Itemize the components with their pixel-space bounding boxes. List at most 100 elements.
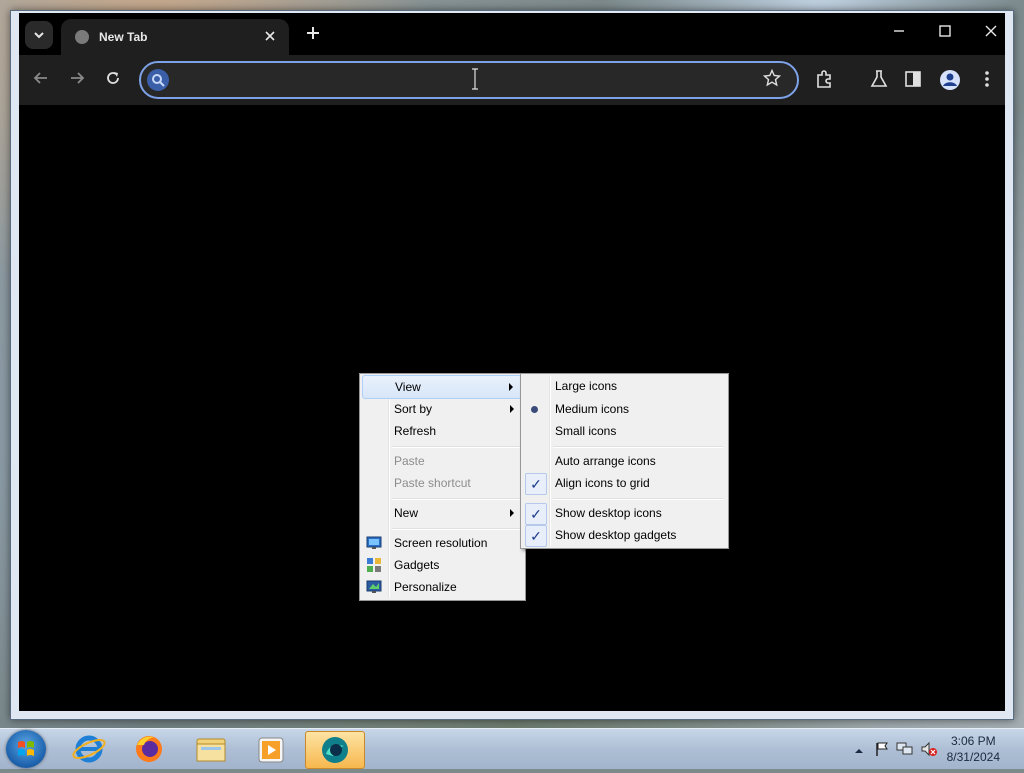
menu-item-label: New — [394, 506, 419, 520]
menu-item-label: Screen resolution — [394, 536, 488, 550]
start-button[interactable] — [6, 730, 46, 768]
close-window-button[interactable] — [977, 21, 1005, 45]
back-button[interactable] — [29, 68, 53, 92]
menu-item-label: View — [395, 380, 421, 394]
gadgets-icon — [366, 557, 382, 573]
maximize-button[interactable] — [931, 21, 959, 45]
menu-item-label: Paste — [394, 454, 425, 468]
radio-selected-icon — [531, 406, 538, 413]
menu-item-paste[interactable]: Paste — [362, 450, 522, 472]
menu-item-label: Personalize — [394, 580, 457, 594]
menu-button[interactable] — [977, 69, 999, 91]
show-hidden-icons-button[interactable] — [854, 743, 864, 761]
network-icon[interactable] — [896, 741, 914, 762]
plus-icon — [307, 27, 319, 39]
system-tray: 3:06 PM 8/31/2024 — [834, 729, 1024, 769]
menu-item-label: Auto arrange icons — [555, 454, 656, 468]
volume-muted-icon[interactable] — [920, 741, 938, 762]
profile-button[interactable] — [939, 69, 961, 91]
internet-explorer-icon — [72, 735, 106, 763]
labs-button[interactable] — [869, 69, 891, 91]
arrow-left-icon — [33, 72, 47, 84]
menu-item-paste-shortcut[interactable]: Paste shortcut — [362, 472, 522, 494]
menu-item-label: Refresh — [394, 424, 437, 438]
menu-item-label: Large icons — [555, 379, 618, 393]
menu-item-label: Paste shortcut — [394, 476, 471, 490]
menu-item-refresh[interactable]: Refresh — [362, 420, 522, 442]
menu-item-show-desktop-gadgets[interactable]: ✓ Show desktop gadgets — [523, 524, 725, 547]
minimize-icon — [894, 30, 904, 32]
close-icon — [985, 25, 997, 37]
menu-item-sort-by[interactable]: Sort by — [362, 398, 522, 420]
firefox-icon — [136, 736, 162, 762]
tab-new-tab[interactable]: New Tab — [61, 19, 289, 55]
menu-item-large-icons[interactable]: Large icons — [523, 375, 725, 397]
side-panel-icon — [905, 71, 921, 87]
personalize-icon — [366, 579, 382, 595]
menu-item-label: Align icons to grid — [555, 476, 650, 490]
side-panel-button[interactable] — [903, 69, 925, 91]
tab-close-button[interactable] — [261, 27, 279, 45]
maximize-icon — [939, 25, 951, 37]
checkmark-icon: ✓ — [525, 473, 547, 495]
browser-window: New Tab — [10, 10, 1014, 720]
menu-separator — [392, 498, 520, 500]
chevron-down-icon — [34, 32, 44, 39]
submenu-arrow-icon — [510, 405, 514, 413]
desktop-context-menu: View Sort by Refresh Paste Paste shortcu… — [359, 373, 526, 601]
taskbar-file-explorer[interactable] — [182, 731, 240, 767]
submenu-arrow-icon — [509, 383, 513, 391]
menu-item-gadgets[interactable]: Gadgets — [362, 554, 522, 576]
forward-button[interactable] — [65, 68, 89, 92]
tab-search-button[interactable] — [25, 21, 53, 49]
minimize-button[interactable] — [885, 21, 913, 45]
action-center-icon[interactable] — [874, 741, 890, 762]
globe-icon — [75, 30, 89, 44]
extensions-button[interactable] — [815, 69, 837, 91]
reload-button[interactable] — [101, 68, 125, 92]
star-icon — [762, 68, 782, 87]
checkmark-icon: ✓ — [525, 503, 547, 525]
submenu-arrow-icon — [510, 509, 514, 517]
avatar-icon — [940, 70, 960, 90]
taskbar-active-app[interactable] — [305, 731, 365, 769]
screen-resolution-icon — [366, 535, 382, 551]
menu-item-auto-arrange-icons[interactable]: Auto arrange icons — [523, 450, 725, 472]
menu-item-view[interactable]: View — [362, 375, 522, 399]
menu-separator — [392, 528, 520, 530]
clock[interactable]: 3:06 PM 8/31/2024 — [947, 733, 1000, 765]
menu-item-label: Gadgets — [394, 558, 440, 572]
menu-item-medium-icons[interactable]: Medium icons — [523, 398, 725, 420]
menu-item-label: Small icons — [555, 424, 617, 438]
browser-chrome: New Tab — [19, 13, 1005, 105]
clock-date: 8/31/2024 — [946, 750, 1000, 764]
menu-item-screen-resolution[interactable]: Screen resolution — [362, 532, 522, 554]
view-submenu: Large icons Medium icons Small icons Aut… — [520, 373, 729, 549]
menu-item-label: Show desktop gadgets — [555, 528, 677, 542]
tab-strip: New Tab — [19, 13, 1005, 55]
taskbar-firefox[interactable] — [120, 731, 178, 767]
menu-item-personalize[interactable]: Personalize — [362, 576, 522, 598]
reload-icon — [107, 72, 119, 84]
media-player-icon — [258, 737, 284, 763]
taskbar-media-player[interactable] — [242, 731, 300, 767]
tab-title: New Tab — [99, 30, 148, 44]
app-icon — [322, 737, 348, 763]
menu-item-new[interactable]: New — [362, 502, 522, 524]
menu-item-align-icons-to-grid[interactable]: ✓ Align icons to grid — [523, 472, 725, 495]
menu-separator — [553, 498, 723, 500]
new-tab-button[interactable] — [303, 25, 323, 45]
taskbar-internet-explorer[interactable] — [60, 731, 118, 767]
address-input[interactable] — [177, 69, 741, 93]
kebab-menu-icon — [985, 71, 989, 87]
puzzle-icon — [817, 70, 831, 88]
menu-item-label: Medium icons — [555, 402, 630, 416]
menu-item-show-desktop-icons[interactable]: ✓ Show desktop icons — [523, 502, 725, 525]
menu-item-small-icons[interactable]: Small icons — [523, 420, 725, 442]
windows-logo-icon — [18, 741, 34, 756]
text-cursor-icon — [471, 67, 478, 91]
address-bar[interactable] — [139, 61, 799, 99]
bookmark-star-button[interactable] — [762, 68, 785, 91]
flask-icon — [870, 70, 888, 87]
browser-toolbar — [19, 55, 1005, 105]
